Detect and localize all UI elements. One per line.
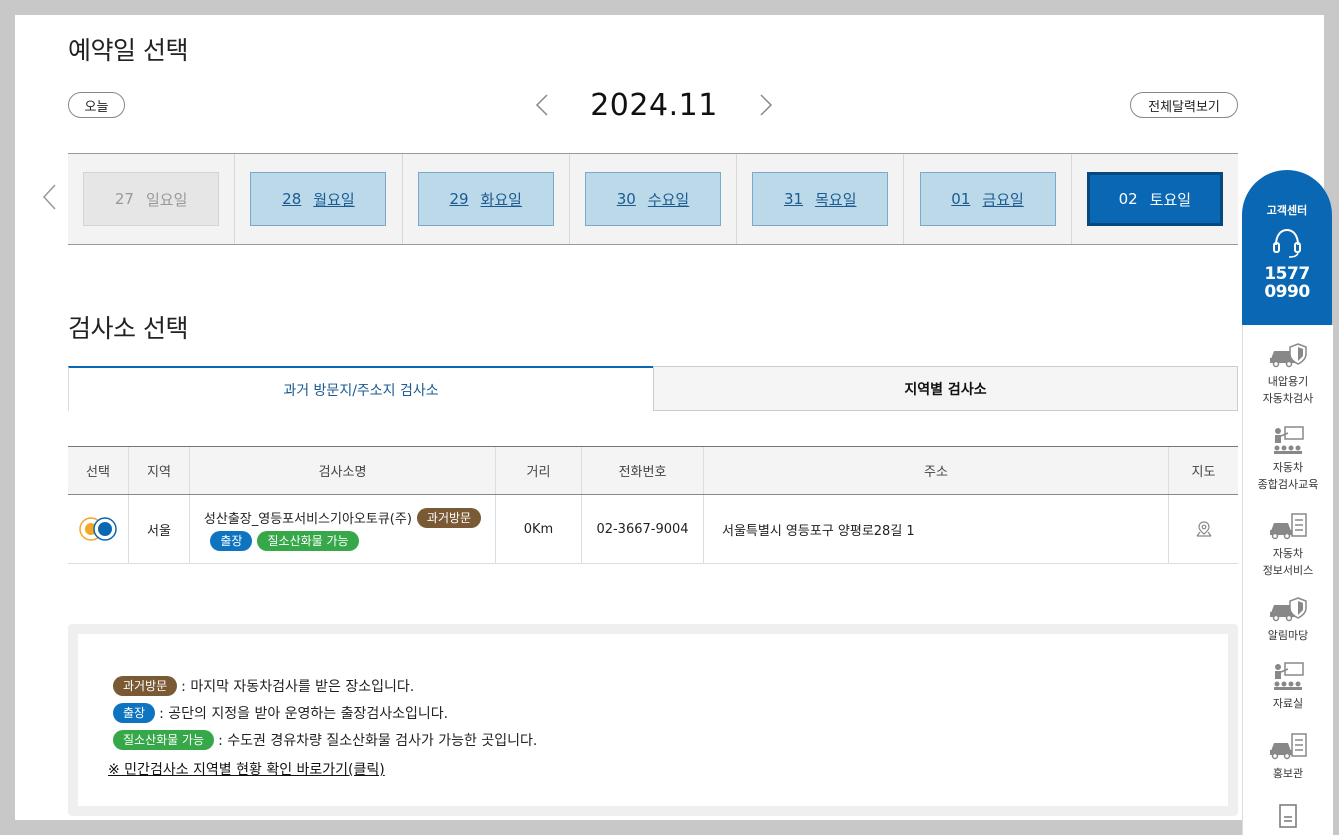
legend-box: 과거방문 : 마지막 자동차검사를 받은 장소입니다. 출장 : 공단의 지정을…	[68, 624, 1238, 816]
legend-item-past: 과거방문 : 마지막 자동차검사를 받은 장소입니다.	[113, 676, 414, 696]
station-tabs: 과거 방문지/주소지 검사소 지역별 검사소	[68, 366, 1238, 411]
car-document-icon	[1270, 733, 1307, 760]
headset-icon	[1273, 228, 1301, 258]
private-station-link[interactable]: ※ 민간검사소 지역별 현황 확인 바로가기(클릭)	[108, 759, 385, 779]
radio-selected-icon[interactable]	[78, 516, 118, 542]
col-map: 지도	[1191, 465, 1216, 480]
row-phone: 02-3667-9004	[582, 495, 704, 563]
next-month-arrow-icon[interactable]	[757, 90, 775, 120]
row-region: 서울	[129, 495, 190, 563]
legend-item-smoke: 질소산화물 가능 : 수도권 경유차량 질소산화물 검사가 가능한 곳입니다.	[113, 730, 537, 750]
legend-text-smoke: : 수도권 경유차량 질소산화물 검사가 가능한 곳입니다.	[218, 733, 538, 749]
legend-text-past: : 마지막 자동차검사를 받은 장소입니다.	[181, 679, 415, 695]
legend-badge-trip: 출장	[113, 703, 156, 723]
sidebar-item-info-service[interactable]: 자동차 정보서비스	[1243, 511, 1333, 579]
table-header: 선택 지역 검사소명 거리 전화번호 주소 지도	[68, 447, 1238, 495]
col-phone: 전화번호	[582, 447, 704, 494]
row-address: 서울특별시 영등포구 양평로28길 1	[704, 495, 1169, 563]
full-calendar-button[interactable]: 전체달력보기	[1130, 92, 1238, 118]
badge-smoke: 질소산화물 가능	[257, 530, 359, 551]
badge-past-visit: 과거방문	[416, 507, 482, 528]
col-region: 지역	[129, 447, 190, 494]
col-address: 주소	[704, 447, 1169, 494]
legend-badge-smoke: 질소산화물 가능	[113, 730, 215, 750]
reservation-title: 예약일 선택	[68, 36, 188, 65]
row-distance: 0Km	[496, 495, 582, 563]
sidebar-item-pr[interactable]: 홍보관	[1243, 731, 1333, 782]
station-table: 선택 지역 검사소명 거리 전화번호 주소 지도 서울 성산출장_영등포서비스기…	[68, 446, 1238, 564]
sidebar-item-pressure-vessel[interactable]: 내압용기 자동차검사	[1243, 339, 1333, 407]
car-document-icon	[1270, 513, 1307, 540]
badge-trip: 출장	[210, 530, 253, 551]
sidebar-item-library[interactable]: 자료실	[1243, 661, 1333, 712]
customer-center[interactable]: 고객센터 1577 0990	[1242, 170, 1332, 325]
col-select: 선택	[68, 447, 129, 494]
date-button-31[interactable]: 31 목요일	[752, 172, 889, 226]
date-button-27: 27 일요일	[83, 172, 220, 226]
date-button-30[interactable]: 30 수요일	[584, 172, 721, 226]
tab-past-visit[interactable]: 과거 방문지/주소지 검사소	[68, 366, 653, 411]
legend-item-trip: 출장 : 공단의 지정을 받아 운영하는 출장검사소입니다.	[113, 703, 448, 723]
today-button[interactable]: 오늘	[68, 92, 125, 118]
date-button-02-selected[interactable]: 02 토요일	[1086, 172, 1223, 226]
map-pin-icon[interactable]	[1195, 520, 1213, 538]
cs-phone: 1577 0990	[1264, 264, 1310, 302]
sidebar-item-education[interactable]: 자동차 종합검사교육	[1243, 425, 1333, 493]
date-button-28[interactable]: 28 월요일	[250, 172, 387, 226]
notebook-icon	[1279, 804, 1297, 828]
classroom-icon	[1274, 426, 1304, 454]
row-name: 성산출장_영등포서비스기아오토큐(주)	[203, 512, 412, 527]
station-title: 검사소 선택	[68, 314, 188, 343]
legend-badge-past: 과거방문	[113, 676, 178, 696]
sidebar-item-notice[interactable]: 알림마당	[1243, 593, 1333, 644]
page: 예약일 선택 오늘 2024.11 전체달력보기 27 일요일 28 월요일 29 화…	[15, 15, 1324, 820]
col-name: 검사소명	[190, 447, 496, 494]
prev-week-arrow-icon[interactable]	[41, 183, 57, 211]
sidebar-menu: 내압용기 자동차검사 자동차 종합검사교육 자동차 정보서비스 알림마당 자료실…	[1242, 325, 1333, 835]
select-radio[interactable]	[68, 495, 129, 563]
date-button-29[interactable]: 29 화요일	[417, 172, 554, 226]
legend-text-trip: : 공단의 지정을 받아 운영하는 출장검사소입니다.	[159, 706, 449, 722]
col-distance: 거리	[496, 447, 582, 494]
legend-inner: 과거방문 : 마지막 자동차검사를 받은 장소입니다. 출장 : 공단의 지정을…	[78, 634, 1228, 806]
row-name-cell: 성산출장_영등포서비스기아오토큐(주) 과거방문 출장 질소산화물 가능	[190, 495, 496, 563]
date-strip: 27 일요일 28 월요일 29 화요일 30 수요일 31 목요일 01 금요일 02 토요…	[68, 153, 1238, 245]
month-navigator: 2024.11	[533, 85, 775, 125]
prev-month-arrow-icon[interactable]	[533, 90, 551, 120]
car-shield-icon	[1270, 597, 1307, 622]
row-map	[1169, 495, 1238, 563]
car-shield-icon	[1270, 343, 1307, 368]
date-button-01[interactable]: 01 금요일	[919, 172, 1056, 226]
right-sidebar: 고객센터 1577 0990 내압용기 자동차검사 자동차 종합검사교육 자동차…	[1242, 170, 1333, 835]
sidebar-item-more[interactable]	[1243, 803, 1333, 833]
classroom-icon	[1274, 662, 1304, 690]
cs-title: 고객센터	[1266, 204, 1308, 217]
table-row[interactable]: 서울 성산출장_영등포서비스기아오토큐(주) 과거방문 출장 질소산화물 가능 …	[68, 495, 1238, 564]
tab-by-region[interactable]: 지역별 검사소	[653, 366, 1238, 411]
month-label: 2024.11	[590, 87, 718, 123]
